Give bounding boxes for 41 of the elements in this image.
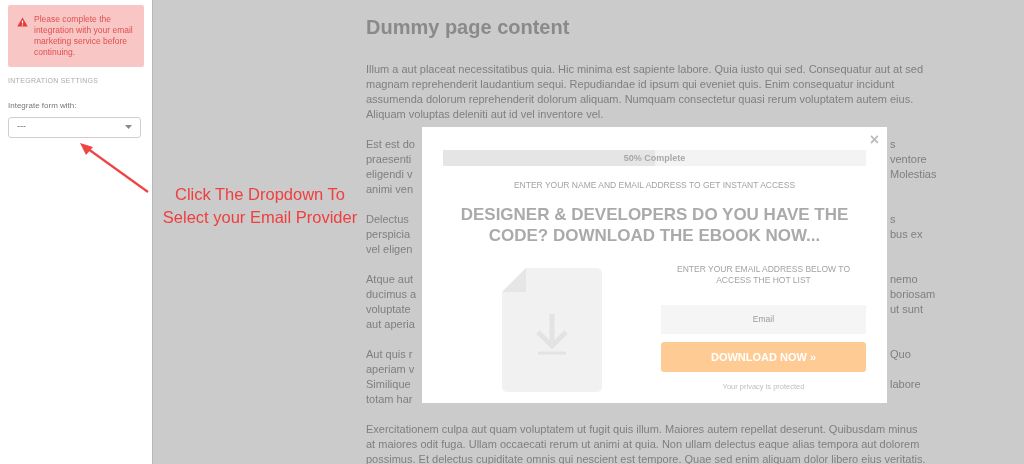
field-label: Integrate form with: — [8, 99, 78, 112]
paragraph-fragment: Similique — [366, 377, 411, 392]
email-field[interactable]: Email — [661, 304, 866, 334]
paragraph-fragment: ventore — [889, 152, 927, 167]
caret-icon — [125, 125, 132, 129]
paragraph-fragment: Est est do — [366, 137, 415, 152]
document-download-icon — [502, 267, 602, 392]
paragraph-fragment: totam har — [366, 392, 413, 407]
paragraph-fragment: Atque aut — [366, 272, 414, 287]
page-heading: Dummy page content — [366, 15, 571, 40]
paragraph-fragment: praesenti — [366, 152, 412, 167]
paragraph-fragment: bus ex — [889, 227, 923, 242]
alert-text: Please complete the integration with your email marketing service before continuing. — [34, 14, 134, 58]
paragraph-fragment: perspicia — [366, 227, 411, 242]
paragraph-fragment: aut aperia — [366, 317, 415, 332]
paragraph-fragment: eligendi v — [366, 167, 413, 182]
paragraph-fragment: Aut quis r — [366, 347, 413, 362]
modal-headline: DESIGNER & DEVELOPERS DO YOU HAVE THE CODE? DOWNLOAD THE EBOOK NOW... — [459, 203, 850, 246]
progress-label: 50% Complete — [622, 152, 687, 165]
modal-subtitle: ENTER YOUR NAME AND EMAIL ADDRESS TO GET INSTANT ACCESS — [512, 179, 797, 192]
integration-dropdown[interactable]: --- — [8, 116, 141, 138]
paragraph-fragment: Quo — [889, 347, 911, 362]
paragraph-fragment: Molestias — [889, 167, 937, 182]
warning-icon — [17, 17, 28, 27]
paragraph-fragment: ducimus a — [366, 287, 417, 302]
email-prompt: ENTER YOUR EMAIL ADDRESS BELOW TO ACCESS THE HOT LIST — [675, 263, 851, 286]
paragraph: Illum a aut placeat necessitatibus quia. Hic minima est sapiente labore. Quia iusto qui sed. Consequatur aut at sed magnam reprehenderit laudantium sequi. Repudiandae id ipsum qui eveniet quis. Enim consequatur incidunt assumenda dolorum reprehenderit dolorum aliquam. Numquam consectetur quasi rerum voluptatem autem eius. Aliquam voluptas deleniti aut id vel inventore vel. — [366, 62, 925, 122]
paragraph-fragment: vel eligen — [366, 242, 413, 257]
paragraph-fragment: s — [889, 212, 896, 227]
paragraph-fragment: boriosam — [889, 287, 936, 302]
download-button[interactable]: DOWNLOAD NOW » — [661, 341, 866, 372]
paragraph-fragment: Delectus — [366, 212, 409, 227]
paragraph-fragment: s — [889, 137, 896, 152]
close-button[interactable]: × — [869, 132, 879, 148]
paragraph-fragment: aperiam v — [366, 362, 415, 377]
paragraph-fragment: ut sunt — [889, 302, 924, 317]
paragraph-fragment: animi ven — [366, 182, 414, 197]
annotation-text: Click The Dropdown To Select your Email Provider — [161, 184, 359, 228]
paragraph-fragment: voluptate — [366, 302, 411, 317]
paragraph-fragment: nemo — [889, 272, 918, 287]
paragraph-fragment: labore — [889, 377, 921, 392]
